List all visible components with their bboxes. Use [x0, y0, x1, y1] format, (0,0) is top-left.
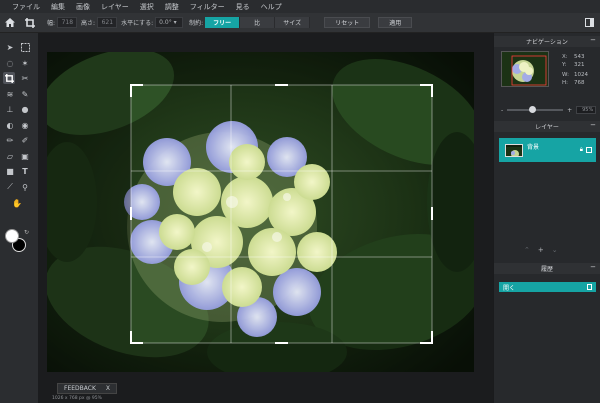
menu-edit[interactable]: 編集	[51, 2, 65, 12]
w-value: 1024	[574, 72, 588, 78]
level-label: 水平にする:	[121, 20, 154, 27]
layer-up-icon[interactable]: ⌃	[524, 246, 530, 254]
lock-icon[interactable]: 🔒︎	[580, 146, 583, 154]
level-value: 0.0°	[159, 19, 172, 26]
slice-tool-icon[interactable]: ✂	[19, 72, 31, 84]
image-canvas[interactable]	[47, 52, 474, 372]
apply-button[interactable]: 適用	[378, 17, 413, 28]
crop-icon	[23, 16, 37, 30]
hand-tool-icon[interactable]: ✋	[11, 197, 23, 209]
menu-file[interactable]: ファイル	[12, 2, 40, 12]
tools-panel: ➤ ◌ ✶ ✂ ≋ ✎ ⊥ ● ◐ ◉ ✏ ✐ ▱ ▣ ■ T ⟋ ⚲ ✋ ↻	[0, 33, 38, 403]
layer-actions: ⌃ + ⌄	[524, 246, 558, 254]
reset-button[interactable]: リセット	[324, 17, 371, 28]
layers-header: レイヤー −	[494, 121, 600, 132]
zoom-in-button[interactable]: +	[567, 107, 572, 114]
y-label: Y:	[562, 62, 567, 68]
status-bar: 1026 x 768 px @ 95%	[52, 396, 102, 401]
stamp-tool-icon[interactable]: ⊥	[4, 103, 16, 115]
history-collapse-icon[interactable]: −	[590, 263, 596, 271]
constraint-ratio-button[interactable]: 比	[240, 17, 276, 28]
height-label: 高さ:	[81, 20, 96, 27]
menu-help[interactable]: ヘルプ	[261, 2, 282, 12]
h-label: H:	[562, 80, 568, 86]
lasso-tool-icon[interactable]: ◌	[4, 57, 16, 69]
history-item[interactable]: 開く	[499, 282, 596, 292]
menu-view[interactable]: 見る	[236, 2, 250, 12]
navigation-info: X: 543 Y: 321 W: 1024 H: 768	[562, 53, 588, 87]
zoom-field[interactable]: 95%	[576, 106, 597, 114]
height-field[interactable]: 621	[97, 17, 118, 28]
navigation-thumbnail[interactable]	[501, 51, 549, 87]
menu-image[interactable]: 画像	[76, 2, 90, 12]
layer-name: 背景	[527, 144, 540, 151]
width-label: 幅:	[47, 20, 56, 27]
dodge-tool-icon[interactable]: ◐	[4, 119, 16, 131]
feedback-tab[interactable]: FEEDBACK X	[57, 383, 118, 394]
h-value: 768	[574, 80, 585, 86]
feedback-close-icon[interactable]: X	[106, 385, 110, 392]
magic-wand-tool-icon[interactable]: ✶	[19, 57, 31, 69]
feedback-label: FEEDBACK	[64, 385, 96, 392]
move-tool-icon[interactable]: ➤	[4, 41, 16, 53]
home-icon[interactable]	[3, 16, 17, 30]
panel-toggle-icon[interactable]	[582, 16, 596, 30]
navigation-header: ナビゲーション −	[494, 36, 600, 47]
menu-select[interactable]: 選択	[140, 2, 154, 12]
primary-color-swatch[interactable]	[5, 229, 19, 243]
drop-tool-icon[interactable]: ●	[19, 103, 31, 115]
layers-collapse-icon[interactable]: −	[590, 121, 596, 129]
bucket-tool-icon[interactable]: ▣	[19, 150, 31, 162]
y-value: 321	[574, 62, 585, 68]
constraint-free-button[interactable]: フリー	[205, 17, 241, 28]
x-value: 543	[574, 54, 585, 60]
eraser-brush-tool-icon[interactable]: ✎	[19, 88, 31, 100]
marquee-tool-icon[interactable]	[19, 41, 31, 53]
layer-row[interactable]: 背景 🔒︎	[499, 138, 596, 162]
zoom-slider[interactable]	[507, 106, 564, 113]
navigation-collapse-icon[interactable]: −	[590, 36, 596, 44]
liquify-tool-icon[interactable]: ≋	[4, 88, 16, 100]
zoom-out-button[interactable]: -	[501, 107, 503, 114]
text-tool-icon[interactable]: T	[19, 165, 31, 177]
visibility-checkbox[interactable]	[586, 147, 592, 153]
menu-layer[interactable]: レイヤー	[101, 2, 129, 12]
constraint-size-button[interactable]: サイズ	[275, 17, 311, 28]
sponge-tool-icon[interactable]: ◉	[19, 119, 31, 131]
crop-options-bar: 幅: 718 高さ: 621 水平にする: 0.0° ▾ 制約: フリー 比 サ…	[0, 13, 600, 33]
width-field[interactable]: 718	[57, 17, 78, 28]
constraint-segment: フリー 比 サイズ	[205, 17, 311, 28]
constraint-label: 制約:	[189, 20, 204, 27]
swap-colors-icon[interactable]: ↻	[24, 229, 29, 236]
history-title: 履歴	[540, 266, 553, 273]
eraser-tool-icon[interactable]: ▱	[4, 150, 16, 162]
zoom-controls: - + 95%	[501, 106, 597, 114]
menu-adjust[interactable]: 調整	[165, 2, 179, 12]
menu-bar: ファイル 編集 画像 レイヤー 選択 調整 フィルター 見る ヘルプ	[0, 0, 600, 13]
menu-filter[interactable]: フィルター	[190, 2, 225, 12]
zoom-tool-icon[interactable]: ⚲	[19, 181, 31, 193]
layers-title: レイヤー	[535, 124, 559, 131]
pencil-tool-icon[interactable]: ✏	[4, 134, 16, 146]
hydrangea-photo	[47, 52, 474, 372]
shape-tool-icon[interactable]: ■	[4, 165, 16, 177]
layer-thumbnail	[505, 143, 523, 157]
level-select[interactable]: 0.0° ▾	[155, 17, 184, 28]
right-panels: ナビゲーション − X: 543 Y: 321 W: 1024 H: 768 - + 9…	[493, 33, 600, 403]
layer-down-icon[interactable]: ⌄	[552, 246, 558, 254]
history-header: 履歴 −	[494, 263, 600, 274]
x-label: X:	[562, 54, 568, 60]
crop-tool-icon[interactable]	[3, 72, 15, 84]
add-layer-icon[interactable]: +	[538, 246, 544, 254]
history-document-icon	[587, 284, 592, 290]
w-label: W:	[562, 72, 569, 78]
zoom-slider-knob[interactable]	[529, 106, 537, 113]
history-item-label: 開く	[503, 284, 516, 292]
navigation-title: ナビゲーション	[526, 39, 568, 46]
eyedropper-tool-icon[interactable]: ⟋	[4, 181, 16, 193]
brush-tool-icon[interactable]: ✐	[19, 134, 31, 146]
